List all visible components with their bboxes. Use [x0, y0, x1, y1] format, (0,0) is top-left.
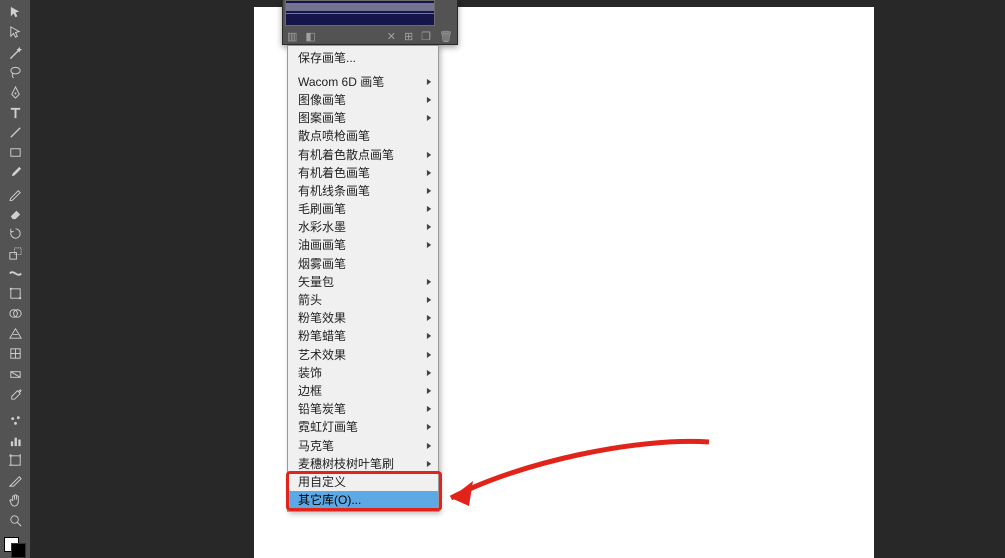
menu-other-library[interactable]: 其它库(O)... — [288, 491, 438, 509]
menu-decorative[interactable]: 装饰 — [288, 363, 438, 381]
menu-neon[interactable]: 霓虹灯画笔 — [288, 418, 438, 436]
menu-smoke[interactable]: 烟雾画笔 — [288, 254, 438, 272]
menu-pattern-brush[interactable]: 图案画笔 — [288, 109, 438, 127]
menu-organic-color[interactable]: 有机着色画笔 — [288, 163, 438, 181]
pen-tool[interactable] — [4, 82, 27, 102]
line-segment-tool[interactable] — [4, 123, 27, 143]
pencil-tool[interactable] — [4, 183, 27, 203]
lasso-tool[interactable] — [4, 62, 27, 82]
tools-toolbar — [0, 0, 31, 558]
menu-save-brush[interactable]: 保存画笔... — [288, 48, 438, 66]
stroke-swatch[interactable] — [11, 543, 26, 558]
menu-watercolor[interactable]: 水彩水墨 — [288, 218, 438, 236]
menu-arrows[interactable]: 箭头 — [288, 290, 438, 308]
app-root: ▥ ◧ ✕ ⊞ ❐ 🗑 保存画笔... Wacom 6D 画笔 图像画笔 图案画… — [0, 0, 1005, 558]
remove-stroke-icon[interactable]: ✕ — [387, 30, 396, 43]
menu-oil[interactable]: 油画画笔 — [288, 236, 438, 254]
mesh-tool[interactable] — [4, 344, 27, 364]
width-tool[interactable] — [4, 263, 27, 283]
menu-chalk-fx[interactable]: 粉笔效果 — [288, 309, 438, 327]
delete-brush-icon[interactable]: 🗑 — [439, 30, 453, 43]
brush-preview-panel: ▥ ◧ ✕ ⊞ ❐ 🗑 — [282, 0, 458, 45]
perspective-grid-tool[interactable] — [4, 324, 27, 344]
symbol-sprayer-tool[interactable] — [4, 410, 27, 430]
color-swatches[interactable] — [4, 537, 26, 558]
rotate-tool[interactable] — [4, 223, 27, 243]
menu-art-fx[interactable]: 艺术效果 — [288, 345, 438, 363]
paintbrush-tool[interactable] — [4, 163, 27, 183]
menu-organic-scatter[interactable]: 有机着色散点画笔 — [288, 145, 438, 163]
menu-image-brush[interactable]: 图像画笔 — [288, 90, 438, 108]
rectangle-tool[interactable] — [4, 143, 27, 163]
brush-library-menu: 保存画笔... Wacom 6D 画笔 图像画笔 图案画笔 散点喷枪画笔 有机着… — [287, 45, 439, 512]
selection-tool[interactable] — [4, 2, 27, 22]
eraser-tool[interactable] — [4, 203, 27, 223]
menu-borders[interactable]: 边框 — [288, 381, 438, 399]
menu-user-defined[interactable]: 用自定义 — [288, 472, 438, 490]
new-brush-icon[interactable]: ❐ — [421, 30, 431, 43]
gradient-tool[interactable] — [4, 364, 27, 384]
type-tool[interactable] — [4, 103, 27, 123]
eyedropper-tool[interactable] — [4, 384, 27, 404]
brush-stroke-preview — [285, 0, 435, 26]
menu-vector-pack[interactable]: 矢量包 — [288, 272, 438, 290]
column-graph-tool[interactable] — [4, 430, 27, 450]
menu-marker[interactable]: 马克笔 — [288, 436, 438, 454]
menu-bristle[interactable]: 毛刷画笔 — [288, 200, 438, 218]
menu-pencil-charcoal[interactable]: 铅笔炭笔 — [288, 400, 438, 418]
zoom-tool[interactable] — [4, 511, 27, 531]
menu-wheat-branch-leaf[interactable]: 麦穗树枝树叶笔刷 — [288, 454, 438, 472]
workspace: ▥ ◧ ✕ ⊞ ❐ 🗑 保存画笔... Wacom 6D 画笔 图像画笔 图案画… — [31, 0, 1005, 558]
brush-options-icon[interactable]: ⊞ — [404, 30, 413, 43]
menu-wacom-6d[interactable]: Wacom 6D 画笔 — [288, 72, 438, 90]
menu-organic-line[interactable]: 有机线条画笔 — [288, 181, 438, 199]
free-transform-tool[interactable] — [4, 284, 27, 304]
menu-chalk-crayon[interactable]: 粉笔蜡笔 — [288, 327, 438, 345]
slice-tool[interactable] — [4, 471, 27, 491]
menu-scatter-spray[interactable]: 散点喷枪画笔 — [288, 127, 438, 145]
direct-selection-tool[interactable] — [4, 22, 27, 42]
artboard-tool[interactable] — [4, 450, 27, 470]
shape-builder-tool[interactable] — [4, 304, 27, 324]
brush-libraries-icon[interactable]: ▥ — [287, 30, 297, 43]
hand-tool[interactable] — [4, 491, 27, 511]
scale-tool[interactable] — [4, 243, 27, 263]
library-menu-icon[interactable]: ◧ — [305, 30, 315, 43]
magic-wand-tool[interactable] — [4, 42, 27, 62]
